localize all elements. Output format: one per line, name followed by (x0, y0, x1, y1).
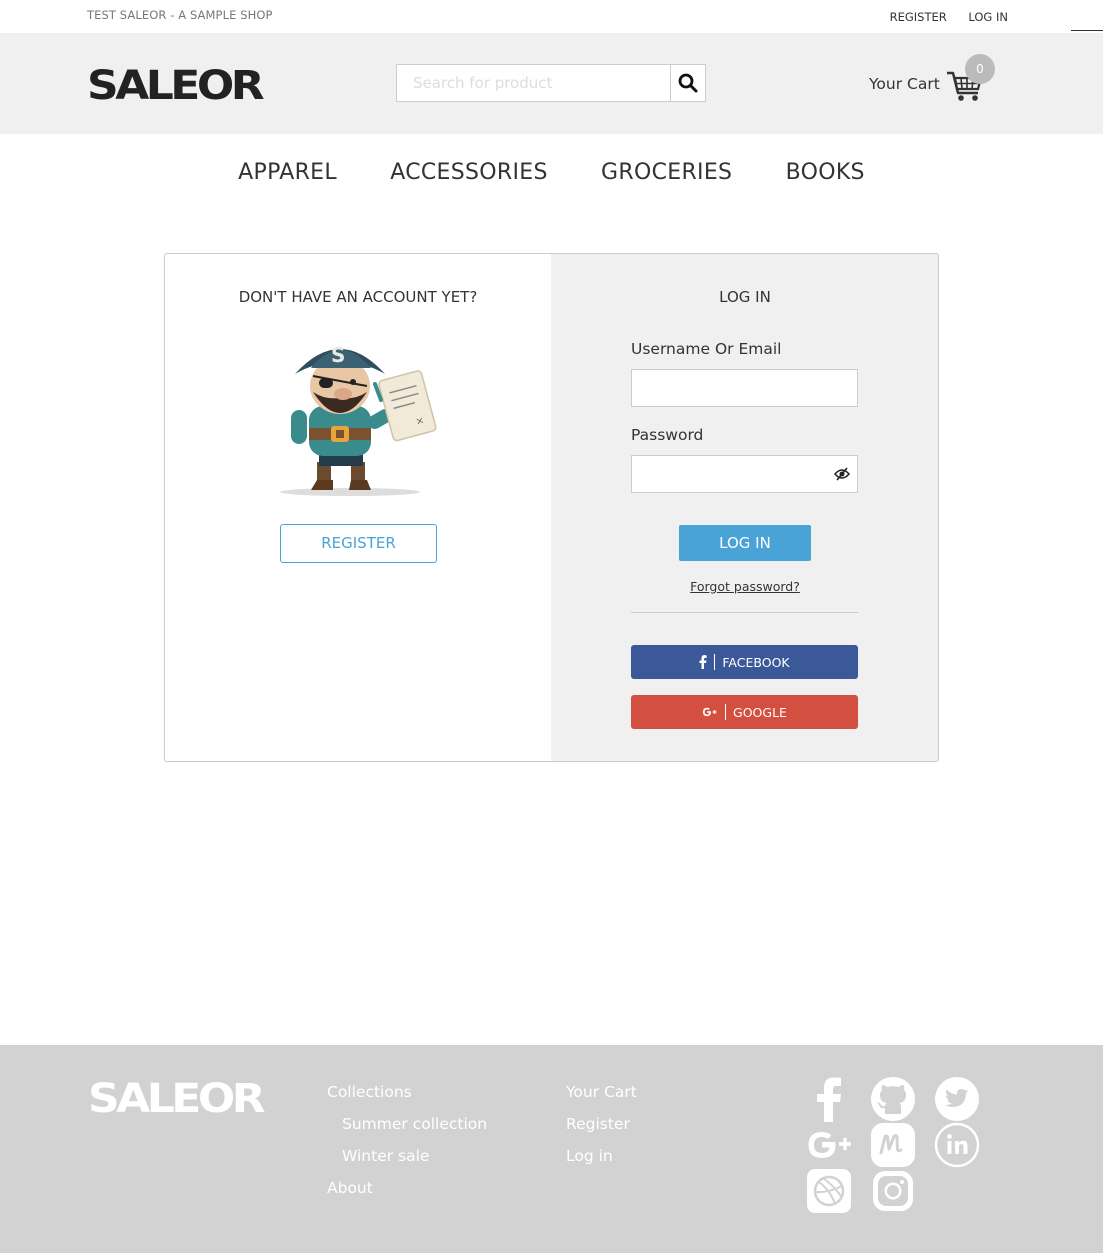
username-input[interactable] (632, 370, 857, 406)
nav-item-accessories[interactable]: ACCESSORIES (390, 160, 547, 185)
top-login-link[interactable]: LOG IN (968, 10, 1008, 24)
register-button[interactable]: REGISTER (280, 524, 437, 563)
login-button[interactable]: LOG IN (679, 525, 811, 561)
footer-logo[interactable]: SALEOR (88, 1075, 266, 1122)
google-label: GOOGLE (733, 704, 787, 720)
logo[interactable]: SALEOR (87, 62, 265, 109)
login-section: LOG IN Username Or Email Password LOG IN… (551, 254, 938, 761)
github-icon[interactable] (869, 1075, 917, 1123)
search-input[interactable] (397, 65, 670, 101)
pirate-mascot-illustration: × S (280, 343, 437, 496)
dribbble-icon[interactable] (805, 1167, 853, 1215)
top-bar: TEST SALEOR - A SAMPLE SHOP REGISTER LOG… (0, 0, 1103, 33)
corner-line (1071, 30, 1103, 32)
nav-item-books[interactable]: BOOKS (786, 160, 865, 185)
divider (631, 612, 858, 613)
footer-link-collections[interactable]: Collections (327, 1083, 487, 1115)
password-field-wrapper (631, 455, 858, 493)
nav-item-apparel[interactable]: APPAREL (238, 160, 337, 185)
main-nav: APPAREL ACCESSORIES GROCERIES BOOKS (0, 160, 1103, 185)
register-heading: DON'T HAVE AN ACCOUNT YET? (238, 288, 478, 306)
forgot-password-link[interactable]: Forgot password? (551, 579, 938, 594)
search-box (396, 64, 706, 102)
top-links: REGISTER LOG IN (872, 10, 1008, 24)
search-icon (678, 73, 698, 93)
shop-name: TEST SALEOR - A SAMPLE SHOP (87, 8, 273, 22)
google-plus-icon[interactable] (805, 1121, 853, 1169)
footer-link-summer-collection[interactable]: Summer collection (327, 1115, 487, 1147)
eye-slash-icon[interactable] (834, 467, 850, 481)
facebook-login-button[interactable]: FACEBOOK (631, 645, 858, 679)
footer: SALEOR Collections Summer collection Win… (0, 1045, 1103, 1253)
twitter-icon[interactable] (933, 1075, 981, 1123)
cart-label[interactable]: Your Cart (869, 75, 940, 93)
footer-link-register[interactable]: Register (566, 1115, 637, 1147)
linkedin-icon[interactable] (933, 1121, 981, 1169)
svg-text:S: S (331, 343, 345, 367)
social-icons (805, 1075, 985, 1215)
login-heading: LOG IN (719, 288, 771, 306)
footer-column-collections: Collections Summer collection Winter sal… (327, 1083, 487, 1211)
register-section: DON'T HAVE AN ACCOUNT YET? × S REGISTER (165, 254, 551, 761)
footer-link-login[interactable]: Log in (566, 1147, 637, 1179)
footer-link-about[interactable]: About (327, 1179, 487, 1211)
footer-link-winter-sale[interactable]: Winter sale (327, 1147, 487, 1179)
facebook-icon[interactable] (805, 1075, 853, 1123)
google-login-button[interactable]: GOOGLE (631, 695, 858, 729)
cart-count-badge: 0 (965, 54, 995, 84)
instagram-icon[interactable] (869, 1167, 917, 1215)
footer-column-account: Your Cart Register Log in (566, 1083, 637, 1179)
nav-item-groceries[interactable]: GROCERIES (601, 160, 732, 185)
google-plus-icon (702, 704, 727, 720)
auth-panel: DON'T HAVE AN ACCOUNT YET? × S REGISTER … (164, 253, 939, 762)
password-label: Password (631, 426, 704, 444)
facebook-icon (699, 654, 716, 670)
username-field-wrapper (631, 369, 858, 407)
facebook-label: FACEBOOK (722, 654, 790, 670)
footer-link-your-cart[interactable]: Your Cart (566, 1083, 637, 1115)
top-register-link[interactable]: REGISTER (890, 10, 947, 24)
password-input[interactable] (632, 456, 857, 492)
username-label: Username Or Email (631, 340, 782, 358)
meetup-icon[interactable] (869, 1121, 917, 1169)
header: SALEOR Your Cart 0 (0, 33, 1103, 134)
search-button[interactable] (670, 65, 705, 101)
